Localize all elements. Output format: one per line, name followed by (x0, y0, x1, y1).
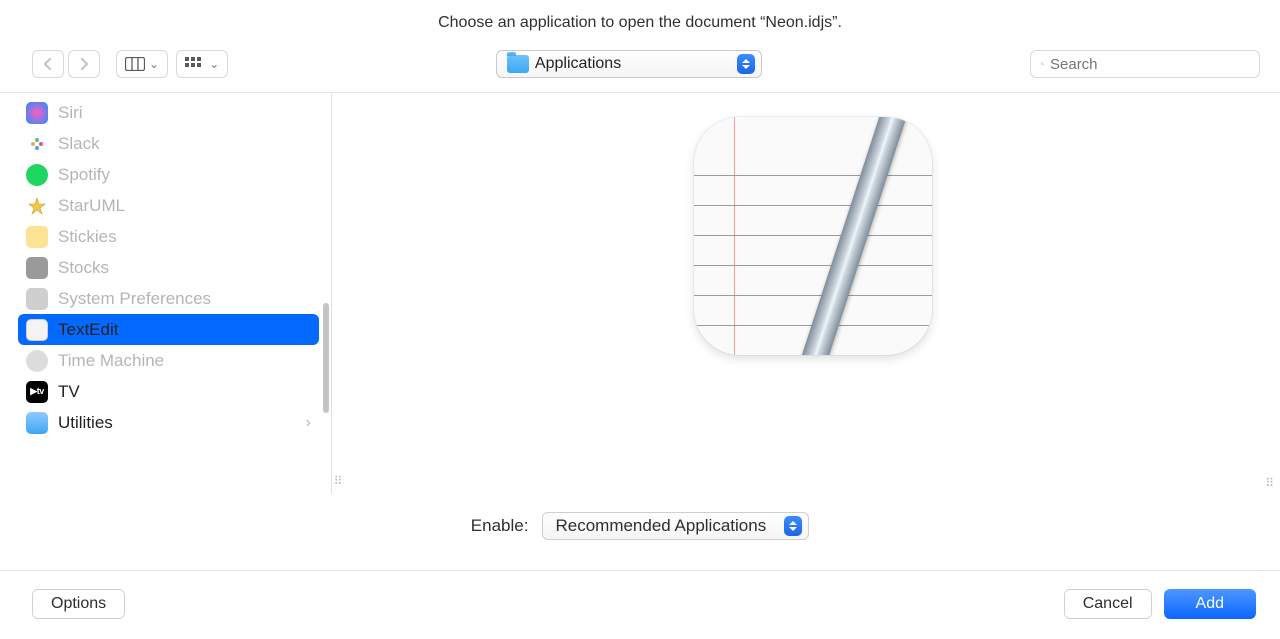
folder-icon (507, 55, 529, 73)
chevron-down-icon: ⌄ (209, 57, 219, 71)
app-item-textedit[interactable]: TextEdit (18, 314, 319, 345)
grid-icon (185, 57, 205, 71)
cancel-button[interactable]: Cancel (1064, 589, 1152, 619)
column-resize-handle[interactable]: ⠿ (1265, 476, 1276, 490)
add-button[interactable]: Add (1164, 589, 1256, 619)
updown-stepper-icon (784, 516, 802, 536)
stocks-icon (26, 257, 48, 279)
enable-value: Recommended Applications (555, 516, 766, 536)
forward-button[interactable] (68, 50, 100, 78)
textedit-icon (26, 319, 48, 341)
app-item-spotify[interactable]: Spotify (18, 159, 319, 190)
preview-pane: ⠿ (346, 93, 1280, 494)
textedit-app-icon (694, 117, 932, 355)
updown-stepper-icon (737, 54, 755, 74)
view-switcher-group: ⌄ ⌄ (116, 50, 228, 78)
siri-icon (26, 102, 48, 124)
app-item-label: TV (58, 382, 80, 402)
app-item-staruml[interactable]: StarUML (18, 190, 319, 221)
staruml-icon (26, 195, 48, 217)
app-item-label: Spotify (58, 165, 110, 185)
footer: Options Cancel Add (0, 570, 1280, 639)
options-button[interactable]: Options (32, 589, 125, 619)
app-item-label: StarUML (58, 196, 125, 216)
app-item-label: Utilities (58, 413, 113, 433)
search-field[interactable] (1030, 50, 1260, 78)
location-dropdown[interactable]: Applications (496, 50, 762, 78)
app-item-label: Stickies (58, 227, 117, 247)
app-item-utilities[interactable]: Utilities › (18, 407, 319, 438)
nav-buttons (32, 50, 100, 78)
app-item-label: TextEdit (58, 320, 118, 340)
main-area: Siri Slack Spotify StarUML Stickies Stocks Sys… (0, 93, 1280, 494)
chevron-right-icon: › (306, 414, 311, 432)
chevron-left-icon (43, 58, 53, 70)
columns-view-button[interactable]: ⌄ (116, 50, 168, 78)
slack-icon (26, 133, 48, 155)
search-icon (1041, 56, 1044, 72)
pen-icon (786, 117, 913, 355)
back-button[interactable] (32, 50, 64, 78)
app-item-label: Siri (58, 103, 83, 123)
search-input[interactable] (1050, 56, 1249, 73)
enable-dropdown[interactable]: Recommended Applications (542, 512, 809, 540)
stickies-icon (26, 226, 48, 248)
app-item-timemachine[interactable]: Time Machine (18, 345, 319, 376)
column-resize-handle[interactable]: ⠿ (332, 93, 346, 494)
app-item-slack[interactable]: Slack (18, 128, 319, 159)
app-item-syspref[interactable]: System Preferences (18, 283, 319, 314)
chevron-down-icon: ⌄ (149, 57, 159, 71)
tv-icon: ▶tv (26, 381, 48, 403)
columns-icon (125, 57, 145, 71)
app-item-stickies[interactable]: Stickies (18, 221, 319, 252)
enable-row: Enable: Recommended Applications (0, 494, 1280, 570)
spotify-icon (26, 164, 48, 186)
dialog-title: Choose an application to open the docume… (0, 0, 1280, 42)
chevron-right-icon (79, 58, 89, 70)
app-item-label: Stocks (58, 258, 109, 278)
timemachine-icon (26, 350, 48, 372)
app-item-label: Slack (58, 134, 100, 154)
app-item-stocks[interactable]: Stocks (18, 252, 319, 283)
app-item-tv[interactable]: ▶tv TV (18, 376, 319, 407)
toolbar: ⌄ ⌄ Applications (0, 42, 1280, 93)
app-item-label: System Preferences (58, 289, 211, 309)
syspref-icon (26, 288, 48, 310)
app-item-label: Time Machine (58, 351, 164, 371)
enable-label: Enable: (471, 516, 529, 536)
utilities-icon (26, 412, 48, 434)
applications-column[interactable]: Siri Slack Spotify StarUML Stickies Stocks Sys… (0, 93, 332, 494)
app-item-siri[interactable]: Siri (18, 97, 319, 128)
grid-view-button[interactable]: ⌄ (176, 50, 228, 78)
location-label: Applications (535, 55, 621, 73)
